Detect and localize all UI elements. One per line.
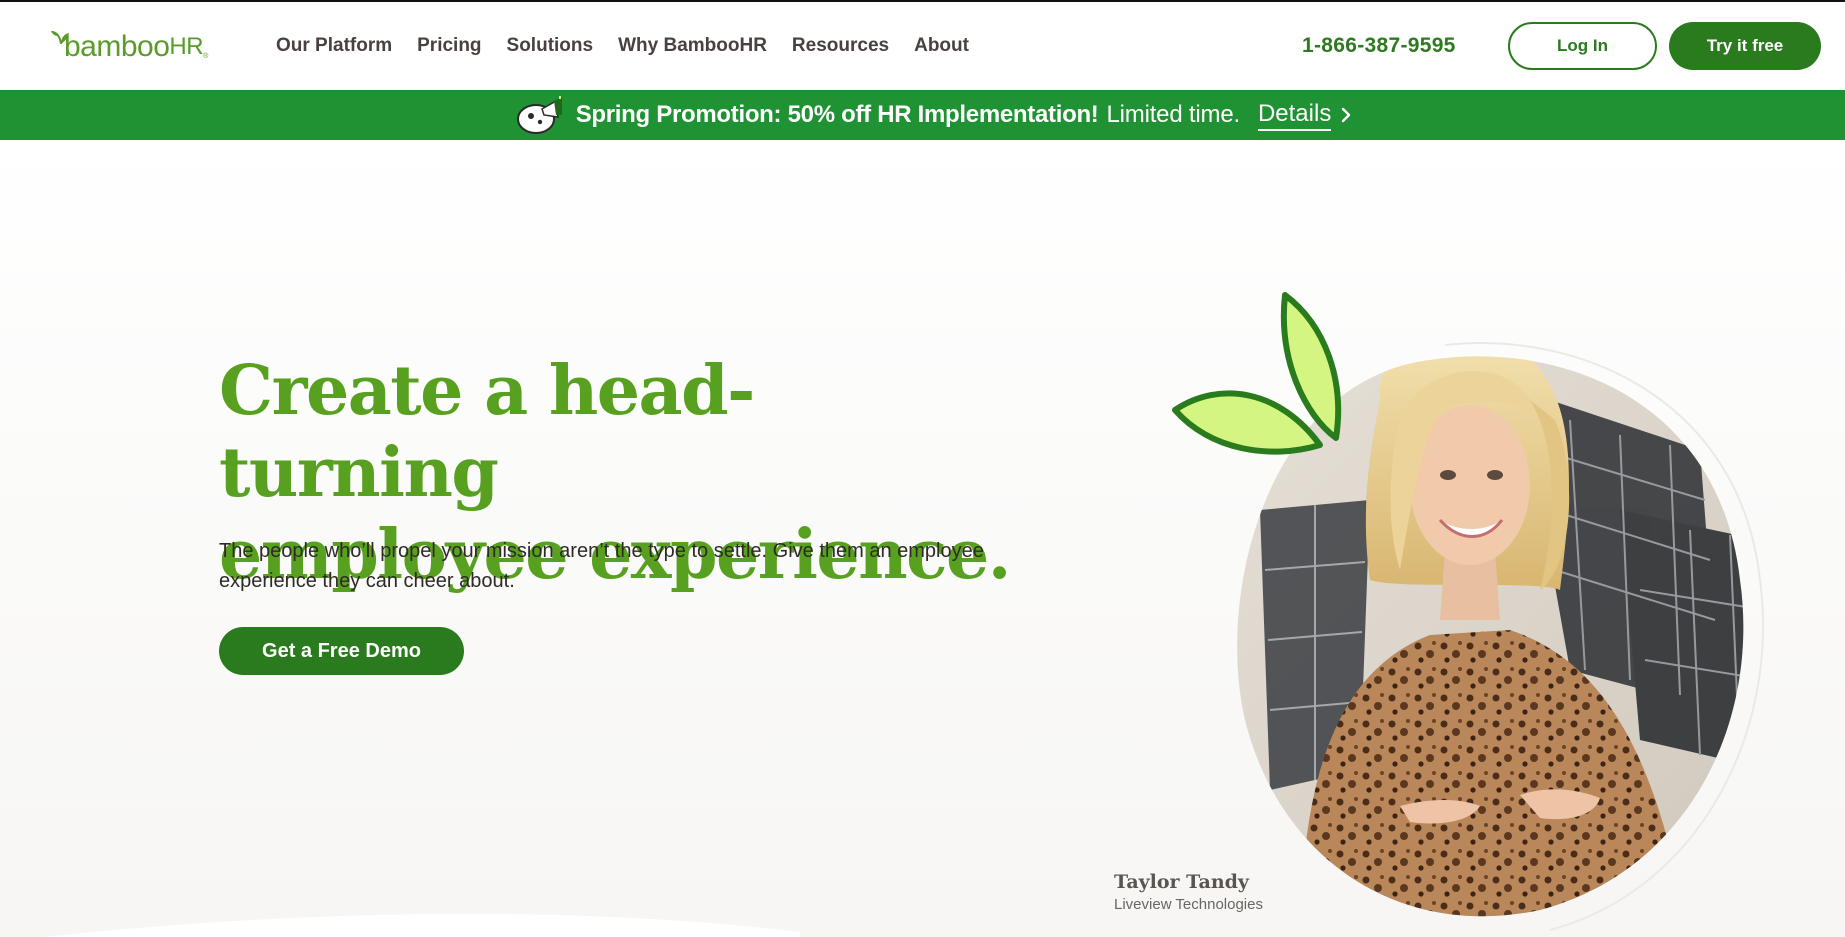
bottom-wave-divider [44, 913, 800, 937]
get-free-demo-button[interactable]: Get a Free Demo [219, 627, 464, 675]
phone-number-link[interactable]: 1-866-387-9595 [1302, 2, 1456, 90]
hero-portrait-illustration [1172, 292, 1764, 931]
hero-subtitle: The people who’ll propel your mission ar… [219, 540, 984, 592]
promo-subtext: Limited time. [1106, 101, 1241, 128]
megaphone-icon [516, 96, 562, 134]
nav-resources[interactable]: Resources [792, 35, 889, 57]
chevron-right-icon[interactable] [1339, 105, 1353, 125]
nav-about[interactable]: About [914, 35, 969, 57]
nav-pricing[interactable]: Pricing [417, 35, 481, 57]
promo-banner: Spring Promotion: 50% off HR Implementat… [0, 90, 1845, 140]
hero-title-line-1: Create a head-turning [219, 351, 755, 513]
promo-details-link[interactable]: Details [1257, 100, 1332, 131]
promo-headline: Spring Promotion: 50% off HR Implementat… [575, 101, 1099, 128]
nav-our-platform[interactable]: Our Platform [276, 35, 392, 57]
logo-registered-mark: ® [203, 53, 209, 60]
main-nav: Our Platform Pricing Solutions Why Bambo… [276, 2, 994, 90]
site-header: bamboo HR ® Our Platform Pricing Solutio… [0, 2, 1845, 90]
testimonial-name: Taylor Tandy [1114, 871, 1249, 893]
sprout-icon [51, 31, 69, 45]
login-button[interactable]: Log In [1508, 22, 1657, 70]
nav-why-bamboohr[interactable]: Why BambooHR [618, 35, 767, 57]
try-it-free-button[interactable]: Try it free [1669, 22, 1821, 70]
logo-hr: HR [169, 33, 204, 60]
promo-content: Spring Promotion: 50% off HR Implementat… [516, 95, 1354, 135]
hero-section: Create a head-turning employee experienc… [0, 140, 1845, 937]
nav-solutions[interactable]: Solutions [507, 35, 594, 57]
bamboohr-logo[interactable]: bamboo HR ® [50, 30, 208, 64]
